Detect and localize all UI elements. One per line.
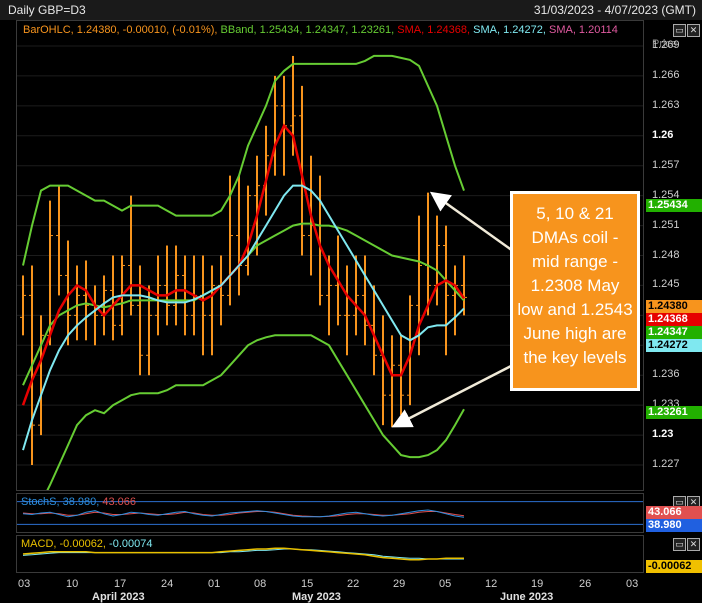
annotation-text: 5, 10 & 21 DMAs coil - mid range - 1.2308 M… [513,202,637,370]
ohlc-bar [200,255,206,356]
ohlc-bar [236,175,242,296]
ohlc-bar [245,185,251,276]
close-icon[interactable]: ✕ [687,24,700,37]
y-tick-label: 1.248 [652,248,680,261]
stoch-legend: StochS, 38.980, 43.066 [21,496,136,508]
legend-macd-signal: -0.00074 [109,538,153,550]
macd-legend: MACD, -0.00062, -0.00074 [21,538,152,550]
ohlc-bar [83,260,89,341]
ohlc-bar [452,265,458,336]
date-range: 31/03/2023 - 4/07/2023 (GMT) [533,3,696,17]
minimize-icon[interactable]: ▭ [673,24,686,37]
annotation-box: 5, 10 & 21 DMAs coil - mid range - 1.2308 M… [510,191,640,391]
ohlc-bar [380,315,386,426]
x-tick-label: 22 [347,578,360,590]
macd-close-icon[interactable]: ✕ [687,538,700,551]
ohlc-bar [137,265,143,376]
annotation-line: 1.2308 May [530,276,620,295]
x-tick-label: 12 [485,578,498,590]
x-tick-label: 19 [531,578,544,590]
y-tick-label: 1.269 [652,38,680,51]
y-tick-label: 1.251 [652,218,680,231]
legend-stoch-d: 43.066 [102,496,136,508]
price-tag: 1.24347 [646,326,702,339]
annotation-line: 5, 10 & 21 [536,204,614,223]
month-label: June 2023 [500,591,554,603]
x-tick-label: 03 [18,578,31,590]
chart-title: Daily GBP=D3 [8,3,86,17]
x-tick-label: 26 [579,578,592,590]
legend-stoch-k: StochS, 38.980, [21,496,100,508]
ohlc-bar [209,265,215,356]
x-tick-label: 05 [439,578,452,590]
ohlc-bar [425,192,431,316]
legend-sma-pink: SMA, 1.20114 [548,24,618,36]
macd-tag: -0.00062 [646,560,702,573]
y-tick-label: 1.227 [652,458,680,471]
y-tick-label: 1.263 [652,98,680,111]
x-tick-label: 03 [626,578,639,590]
y-tick-label: 1.23 [652,428,674,441]
annotation-line: June high are [523,324,627,343]
x-tick-label: 08 [254,578,267,590]
series-line-bband-upper [22,54,465,266]
ohlc-bar [389,335,395,428]
price-legend: BarOHLC, 1.24380, -0.00010, (-0.01%), BB… [23,24,618,36]
ohlc-bar [20,275,26,336]
x-tick-label: 15 [301,578,314,590]
macd-minimize-icon[interactable]: ▭ [673,538,686,551]
ohlc-bar [56,185,62,296]
x-tick-label: 17 [114,578,127,590]
legend-barohlc: BarOHLC, 1.24380, -0.00010, (-0.01%), [23,24,218,36]
annotation-line: the key levels [523,348,627,367]
y-tick-label: 1.245 [652,278,680,291]
price-tag: 1.24380 [646,300,702,313]
x-tick-label: 01 [208,578,221,590]
legend-bband: BBand, 1.25434, 1.24347, 1.23261, [220,24,395,36]
ohlc-bar [272,75,278,176]
y-tick-label: 1.257 [652,158,680,171]
stoch-tag-d: 43.066 [646,506,702,519]
series-line-bband-middle [22,222,465,386]
macd-panel[interactable]: MACD, -0.00062, -0.00074 [16,535,644,573]
price-tag: 1.24368 [646,313,702,326]
annotation-line: low and 1.2543 [517,300,633,319]
series-line-bband-lower [46,334,465,490]
ohlc-bar [344,265,350,356]
month-label: April 2023 [92,591,145,603]
y-tick-label: 1.26 [652,128,674,141]
y-tick-label: 1.266 [652,68,680,81]
price-tag: 1.24272 [646,339,702,352]
legend-macd: MACD, -0.00062, [21,538,106,550]
stoch-tag-k: 38.980 [646,519,702,532]
x-tick-label: 24 [161,578,174,590]
ohlc-bar [182,255,188,336]
arrow-to-may-low [391,363,514,428]
ohlc-bar [443,225,449,356]
annotation-line: DMAs coil - [531,228,619,247]
ohlc-bar [353,255,359,336]
y-tick-label: 1.236 [652,368,680,381]
x-tick-label: 10 [66,578,79,590]
legend-sma-red: SMA, 1.24368, [397,24,471,36]
title-bar: Daily GBP=D3 31/03/2023 - 4/07/2023 (GMT… [0,0,702,20]
legend-sma-cyan: SMA, 1.24272, [473,24,546,36]
x-tick-label: 29 [393,578,406,590]
price-tag: 1.23261 [646,406,702,419]
price-tag: 1.25434 [646,199,702,212]
series-line-sma-1-24368 [21,123,466,406]
stoch-panel[interactable]: StochS, 38.980, 43.066 [16,493,644,533]
annotation-line: mid range - [532,252,618,271]
ohlc-bar [362,255,368,346]
month-label: May 2023 [292,591,341,603]
